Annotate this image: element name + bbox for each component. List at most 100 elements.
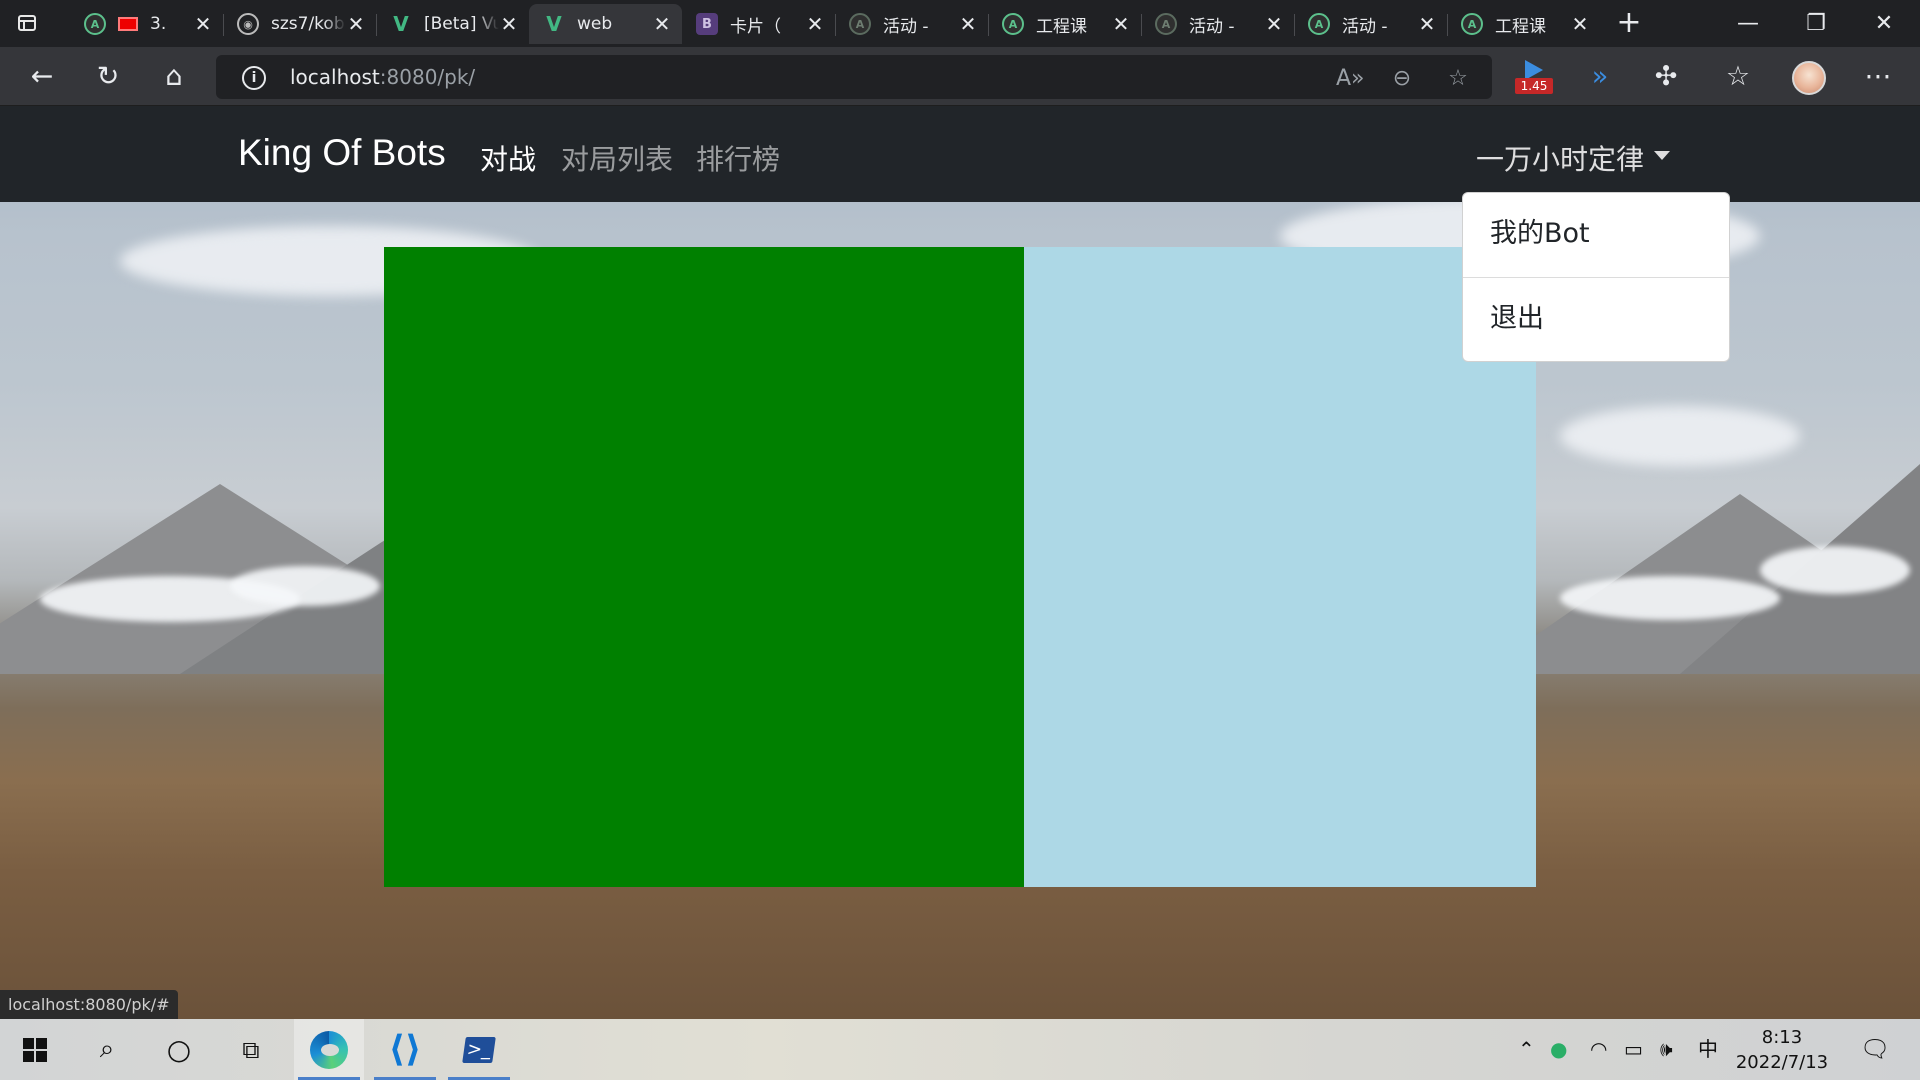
brand-link[interactable]: King Of Bots xyxy=(238,132,446,174)
windows-logo-icon xyxy=(23,1037,47,1062)
user-dropdown-toggle[interactable]: 一万小时定律 xyxy=(1476,138,1644,178)
vue-icon: V xyxy=(393,12,409,36)
nav-link-record-list[interactable]: 对局列表 xyxy=(561,138,673,178)
new-tab-button[interactable]: + xyxy=(1614,8,1644,38)
navbar: King Of Bots 对战 对局列表 排行榜 一万小时定律 xyxy=(0,106,1920,202)
acwing-icon: A xyxy=(1155,13,1177,35)
nav-link-pk[interactable]: 对战 xyxy=(480,138,536,178)
tab-title: 工程课 xyxy=(1036,16,1087,37)
browser-tab[interactable]: A 活动 - ✕ xyxy=(835,4,989,44)
add-favorite-icon[interactable]: ☆ xyxy=(1444,65,1472,93)
game-playground xyxy=(384,247,1536,887)
more-icon[interactable]: ⋯ xyxy=(1862,61,1894,93)
vue-icon: V xyxy=(546,12,562,36)
acwing-icon: A xyxy=(1461,13,1483,35)
close-tab-icon[interactable]: ✕ xyxy=(193,14,213,34)
page-viewport: King Of Bots 对战 对局列表 排行榜 一万小时定律 我的Bot 退出… xyxy=(0,106,1920,1019)
url-text[interactable]: localhost:8080/pk/ xyxy=(290,65,475,89)
close-tab-icon[interactable]: ✕ xyxy=(805,14,825,34)
browser-tab[interactable]: B 卡片（ ✕ xyxy=(682,4,836,44)
acwing-icon: A xyxy=(849,13,871,35)
taskbar-clock[interactable]: 8:13 2022/7/13 xyxy=(1722,1025,1842,1075)
close-tab-icon[interactable]: ✕ xyxy=(499,14,519,34)
dropdown-item-my-bots[interactable]: 我的Bot xyxy=(1463,193,1729,275)
close-tab-icon[interactable]: ✕ xyxy=(346,14,366,34)
close-tab-icon[interactable]: ✕ xyxy=(1111,14,1131,34)
vscode-icon: ⟨⟩ xyxy=(388,1028,422,1070)
browser-tab-active[interactable]: V web ✕ xyxy=(529,4,682,44)
tab-title: 3. xyxy=(150,14,167,34)
site-info-icon[interactable]: i xyxy=(242,66,266,90)
task-view-icon[interactable]: ⧉ xyxy=(216,1019,286,1080)
address-bar[interactable]: i localhost:8080/pk/ A» ⊖ ☆ xyxy=(216,55,1492,99)
close-tab-icon[interactable]: ✕ xyxy=(1570,14,1590,34)
extensions-icon[interactable]: ✣ xyxy=(1650,61,1682,93)
tab-title: 卡片（ xyxy=(730,16,781,37)
start-button[interactable] xyxy=(0,1019,70,1080)
acwing-icon: A xyxy=(1002,13,1024,35)
browser-toolbar: ← ↻ ⌂ i localhost:8080/pk/ A» ⊖ ☆ 1.45 »… xyxy=(0,47,1920,106)
browser-tab[interactable]: V [Beta] Vue ✕ xyxy=(376,4,530,44)
wifi-icon[interactable]: ◠ xyxy=(1590,1019,1607,1080)
minimize-button[interactable]: — xyxy=(1714,0,1782,47)
show-hidden-icons[interactable]: ⌃ xyxy=(1518,1019,1535,1080)
background-cloud xyxy=(1560,406,1800,466)
bootstrap-icon: B xyxy=(696,13,718,35)
game-side-panel xyxy=(1024,247,1536,887)
zoom-out-icon[interactable]: ⊖ xyxy=(1388,65,1416,93)
taskbar-edge[interactable] xyxy=(294,1019,364,1080)
acwing-icon: A xyxy=(1308,13,1330,35)
status-link-preview: localhost:8080/pk/# xyxy=(0,990,178,1019)
recording-icon xyxy=(118,17,138,31)
tab-title: 工程课 xyxy=(1495,16,1546,37)
user-dropdown-menu: 我的Bot 退出 xyxy=(1462,192,1730,362)
reload-icon[interactable]: ↻ xyxy=(92,61,124,93)
read-aloud-icon[interactable]: A» xyxy=(1336,65,1365,93)
profile-avatar[interactable] xyxy=(1792,61,1826,95)
home-icon[interactable]: ⌂ xyxy=(158,61,190,93)
tab-title: 活动 - xyxy=(1342,16,1388,37)
browser-tab[interactable]: A 3. ✕ xyxy=(70,4,224,44)
cortana-icon[interactable]: ○ xyxy=(144,1019,214,1080)
clock-time: 8:13 xyxy=(1761,1027,1803,1048)
background-snow xyxy=(1560,576,1780,620)
taskbar: ⌕ ○ ⧉ ⟨⟩ >_ ⌃ ● ◠ ▭ 🕪 中 8:13 2022/7/13 🗨 xyxy=(0,1019,1920,1080)
favorites-icon[interactable]: ☆ xyxy=(1722,61,1754,93)
close-tab-icon[interactable]: ✕ xyxy=(1417,14,1437,34)
notifications-icon[interactable]: 🗨 xyxy=(1860,1019,1890,1080)
tab-title: web xyxy=(577,14,613,34)
dropdown-item-logout[interactable]: 退出 xyxy=(1463,278,1729,360)
restore-button[interactable]: ❐ xyxy=(1782,0,1850,47)
search-icon[interactable]: ⌕ xyxy=(72,1019,142,1080)
github-icon: ◉ xyxy=(237,13,259,35)
chevron-down-icon[interactable] xyxy=(1654,151,1670,160)
wechat-icon[interactable]: ● xyxy=(1550,1019,1567,1080)
close-tab-icon[interactable]: ✕ xyxy=(958,14,978,34)
game-map-panel xyxy=(384,247,1024,887)
taskbar-powershell[interactable]: >_ xyxy=(444,1019,514,1080)
extension-badge: 1.45 xyxy=(1515,78,1553,94)
volume-icon[interactable]: 🕪 xyxy=(1660,1019,1673,1080)
powershell-icon: >_ xyxy=(462,1036,496,1063)
tab-title: 活动 - xyxy=(1189,16,1235,37)
browser-tab[interactable]: A 活动 - ✕ xyxy=(1294,4,1448,44)
close-tab-icon[interactable]: ✕ xyxy=(1264,14,1284,34)
speed-extension-icon[interactable]: » xyxy=(1584,61,1616,93)
browser-tab[interactable]: ◉ szs7/kob ✕ xyxy=(223,4,377,44)
tab-actions-icon[interactable] xyxy=(14,11,38,35)
tab-strip: A 3. ✕ ◉ szs7/kob ✕ V [Beta] Vue ✕ V web… xyxy=(0,0,1920,47)
close-window-button[interactable]: ✕ xyxy=(1850,0,1918,47)
acwing-icon: A xyxy=(84,13,106,35)
video-extension-icon[interactable]: 1.45 xyxy=(1515,60,1553,96)
back-icon[interactable]: ← xyxy=(26,61,58,93)
clock-date: 2022/7/13 xyxy=(1735,1052,1829,1073)
browser-tab[interactable]: A 工程课 ✕ xyxy=(988,4,1142,44)
browser-tab[interactable]: A 工程课 ✕ xyxy=(1447,4,1600,44)
background-snow xyxy=(1760,546,1910,594)
ime-indicator[interactable]: 中 xyxy=(1698,1019,1718,1080)
battery-icon[interactable]: ▭ xyxy=(1624,1019,1643,1080)
taskbar-vscode[interactable]: ⟨⟩ xyxy=(370,1019,440,1080)
nav-link-ranklist[interactable]: 排行榜 xyxy=(696,138,780,178)
browser-tab[interactable]: A 活动 - ✕ xyxy=(1141,4,1295,44)
close-tab-icon[interactable]: ✕ xyxy=(652,14,672,34)
